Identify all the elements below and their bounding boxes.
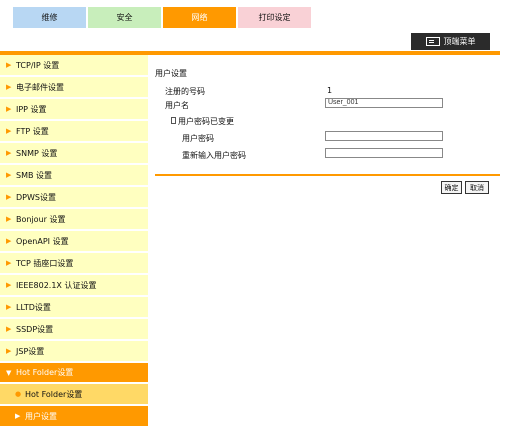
sidebar-item-bonjour[interactable]: ▶ Bonjour 设置 (0, 209, 148, 231)
confirm-password-input[interactable] (325, 148, 443, 158)
sidebar-item-label: Hot Folder设置 (16, 368, 74, 377)
sidebar-item-snmp[interactable]: ▶ SNMP 设置 (0, 143, 148, 165)
sidebar-item-label: SSDP设置 (16, 324, 54, 334)
sidebar-item-openapi[interactable]: ▶ OpenAPI 设置 (0, 231, 148, 253)
sidebar-item-label: IEEE802.1X 认证设置 (16, 280, 97, 290)
top-tabs: 维修 安全 网络 打印设定 (13, 7, 313, 28)
ok-button[interactable]: 确定 (441, 181, 462, 194)
page-title: 用户设置 (155, 69, 187, 78)
sidebar-item-ftp[interactable]: ▶ FTP 设置 (0, 121, 148, 143)
tab-network[interactable]: 网络 (163, 7, 236, 28)
sidebar-subitem-hot-folder[interactable]: ● Hot Folder设置 (0, 384, 148, 406)
triangle-right-icon: ▶ (6, 347, 12, 355)
sidebar-item-dpws[interactable]: ▶ DPWS设置 (0, 187, 148, 209)
sidebar-item-ipp[interactable]: ▶ IPP 设置 (0, 99, 148, 121)
sidebar-item-tcpip[interactable]: ▶ TCP/IP 设置 (0, 55, 148, 77)
username-label: 用户名 (165, 101, 189, 110)
confirm-password-label: 重新输入用户密码 (182, 151, 246, 160)
sidebar-item-label: TCP/IP 设置 (16, 60, 60, 70)
bullet-icon: ● (15, 390, 22, 398)
sidebar-item-label: SMB 设置 (16, 170, 53, 180)
sidebar-item-label: SNMP 设置 (16, 148, 58, 158)
change-password-label: 用户密码已变更 (178, 117, 234, 126)
sidebar-item-email[interactable]: ▶ 电子邮件设置 (0, 77, 148, 99)
sidebar-item-tcp-socket[interactable]: ▶ TCP 插座口设置 (0, 253, 148, 275)
triangle-right-icon: ▶ (6, 149, 12, 157)
triangle-right-icon: ▶ (6, 127, 12, 135)
form-divider (155, 174, 500, 176)
sidebar-item-label: FTP 设置 (16, 126, 49, 136)
triangle-right-icon: ▶ (6, 61, 12, 69)
triangle-right-icon: ▶ (6, 171, 12, 179)
password-input[interactable] (325, 131, 443, 141)
password-label: 用户密码 (182, 134, 214, 143)
tab-security[interactable]: 安全 (88, 7, 161, 28)
cancel-button[interactable]: 取消 (465, 181, 489, 194)
sidebar-item-label: Hot Folder设置 (25, 389, 83, 399)
triangle-right-icon: ▶ (6, 237, 12, 245)
triangle-right-icon: ▶ (6, 193, 12, 201)
sidebar-item-jsp[interactable]: ▶ JSP设置 (0, 341, 148, 363)
tab-print-settings[interactable]: 打印设定 (238, 7, 311, 28)
triangle-right-icon: ▶ (6, 259, 12, 267)
sidebar-item-label: LLTD设置 (16, 302, 51, 312)
sidebar-item-label: IPP 设置 (16, 104, 47, 114)
triangle-right-icon: ▶ (6, 325, 12, 333)
tab-maintenance[interactable]: 维修 (13, 7, 86, 28)
menu-icon (425, 37, 440, 46)
top-menu-button[interactable]: 顶端菜单 (411, 33, 490, 50)
sidebar-item-label: OpenAPI 设置 (16, 236, 69, 246)
sidebar-item-smb[interactable]: ▶ SMB 设置 (0, 165, 148, 187)
sidebar-item-label: Bonjour 设置 (16, 214, 66, 224)
triangle-right-icon: ▶ (15, 412, 21, 420)
username-input[interactable] (325, 98, 443, 108)
sidebar-item-lltd[interactable]: ▶ LLTD设置 (0, 297, 148, 319)
triangle-right-icon: ▶ (6, 83, 12, 91)
triangle-right-icon: ▶ (6, 105, 12, 113)
change-password-checkbox[interactable] (171, 117, 176, 124)
registered-number-label: 注册的号码 (165, 87, 205, 96)
sidebar-item-hot-folder[interactable]: ▼ Hot Folder设置 (0, 363, 148, 384)
sidebar: ▶ TCP/IP 设置 ▶ 电子邮件设置 ▶ IPP 设置 ▶ FTP 设置 ▶ SNMP… (0, 55, 148, 428)
top-menu-label: 顶端菜单 (443, 37, 476, 46)
sidebar-item-label: TCP 插座口设置 (16, 258, 74, 268)
registered-number-value: 1 (327, 86, 333, 95)
triangle-right-icon: ▶ (6, 303, 12, 311)
triangle-down-icon: ▼ (6, 368, 12, 377)
sidebar-subitem-user-settings[interactable]: ▶ 用户设置 (0, 406, 148, 428)
triangle-right-icon: ▶ (6, 281, 12, 289)
sidebar-item-label: JSP设置 (16, 346, 45, 356)
sidebar-item-ssdp[interactable]: ▶ SSDP设置 (0, 319, 148, 341)
sidebar-item-ieee8021x[interactable]: ▶ IEEE802.1X 认证设置 (0, 275, 148, 297)
triangle-right-icon: ▶ (6, 215, 12, 223)
sidebar-item-label: DPWS设置 (16, 192, 56, 202)
sidebar-item-label: 用户设置 (25, 411, 57, 421)
sidebar-item-label: 电子邮件设置 (16, 82, 64, 92)
